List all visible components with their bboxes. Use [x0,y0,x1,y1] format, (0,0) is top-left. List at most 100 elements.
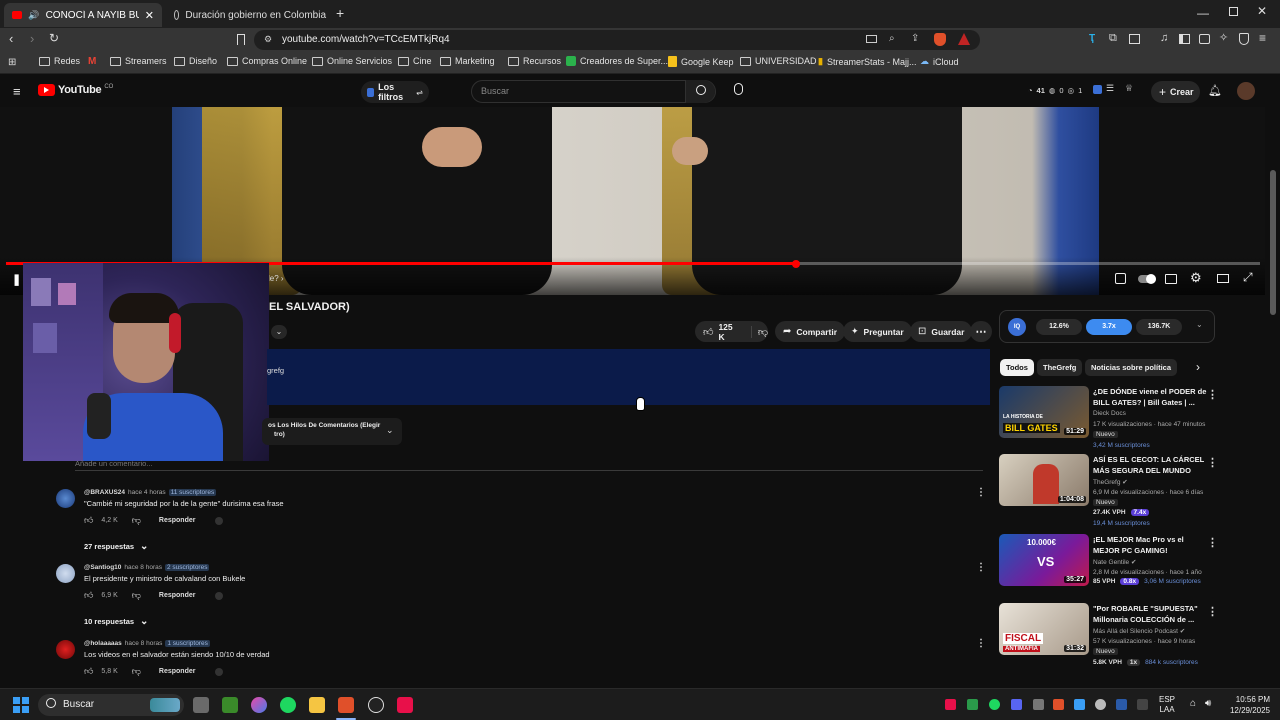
thumbs-up-icon[interactable]: 👍︎ [84,590,93,601]
bookmark-google-keep[interactable]: Google Keep [668,56,734,67]
brave-shields-icon[interactable] [934,33,946,46]
thumbs-down-icon[interactable]: 👎︎ [132,515,141,526]
chip-thegrefg[interactable]: TheGrefg [1037,359,1083,376]
thumbs-down-icon[interactable]: 👎︎ [132,666,141,677]
filters-button[interactable]: Los filtros ⇌ [361,81,429,103]
account-avatar[interactable] [1237,82,1255,100]
video-thumbnail[interactable]: FISCAL ANTIMAFIA 31:32 [999,603,1089,655]
tab-youtube[interactable]: 🔊 CONOCÍ A NAYIB BUKELE (P ✕ [4,3,162,27]
volume-icon[interactable]: 🔊︎ [1205,698,1211,709]
video-thumbnail[interactable]: 10.000€ VS 35:27 [999,534,1089,586]
bookmark-creadores[interactable]: Creadores de Super... [566,56,668,66]
reload-button[interactable]: ↻ [49,31,59,45]
autoplay-toggle[interactable] [1138,274,1156,284]
audio-playing-icon[interactable]: 🔊 [28,10,39,21]
bookmark-diseno[interactable]: Diseño [174,56,217,66]
bookmark-streamerstats[interactable]: ▮ StreamerStats - Majj... [818,56,916,67]
new-tab-button[interactable]: + [336,5,344,21]
thumbs-down-icon[interactable]: 👎︎ [750,325,768,338]
comment-more-icon[interactable]: ⋮ [976,487,986,498]
task-view-icon[interactable] [193,697,209,713]
tiktok-studio-icon[interactable] [397,697,413,713]
reply-button[interactable]: Responder [159,668,196,675]
thumbs-down-icon[interactable]: 👎︎ [132,590,141,601]
zoom-icon[interactable]: ⌕ [889,33,895,44]
site-info-icon[interactable]: ⚙ [264,34,272,45]
description-box[interactable]: grefg [267,349,990,405]
add-comment-input[interactable]: Añade un comentario... [75,459,153,468]
comment-time[interactable]: hace 8 horas [124,564,162,571]
channel-name[interactable]: TheGrefg ✔ [1093,478,1128,486]
channel-name[interactable]: Más Allá del Silencio Podcast ✔ [1093,627,1185,635]
save-button[interactable]: ⊡ Guardar [910,321,973,342]
chapter-title[interactable]: le? › [268,274,284,283]
avatar[interactable] [56,564,75,583]
bookmark-online-servicios[interactable]: Online Servicios [312,56,392,66]
comment-author[interactable]: @BRAXUS24 [84,489,125,496]
video-title[interactable]: "Por ROBARLE "SUPUESTA" Millonaria COLEC… [1093,603,1207,625]
tray-app-icon[interactable] [1074,699,1085,710]
restore-button[interactable] [1229,7,1238,16]
translate-extension-icon[interactable]: Ҭ [1089,33,1095,44]
vidiq-player-icon[interactable] [1115,273,1126,284]
theater-mode-icon[interactable] [1217,274,1229,283]
video-title[interactable]: ¿DE DÓNDE viene el PODER de BILL GATES? … [1093,386,1207,408]
reply-button[interactable]: Responder [159,592,196,599]
cast-icon[interactable] [866,35,877,43]
avatar[interactable] [56,640,75,659]
network-icon[interactable]: ⌂ [1190,698,1196,709]
ask-button[interactable]: ✦ Preguntar [843,321,912,342]
music-icon[interactable]: ♫ [1160,32,1168,44]
tray-steam-icon[interactable] [1116,699,1127,710]
channel-name[interactable]: Nate Gentile ✔ [1093,558,1136,566]
recommended-video[interactable]: 10.000€ VS 35:27 ¡EL MEJOR Mac Pro vs el… [999,534,1219,596]
fullscreen-icon[interactable]: ⤢ [1243,270,1253,285]
video-title[interactable]: ASÍ ES EL CECOT: LA CÁRCEL MÁS SEGURA DE… [1093,454,1207,476]
bookmark-marketing[interactable]: Marketing [440,56,495,66]
comment-author[interactable]: @holaaaaas [84,640,122,647]
menu-icon[interactable]: ≡ [1259,31,1266,45]
screenshot-icon[interactable] [1129,34,1140,44]
tray-tiktok-icon[interactable] [945,699,956,710]
notifications-bell-icon[interactable]: 🔔︎ [1208,84,1222,97]
chevron-down-icon[interactable]: ⌄ [1196,320,1203,329]
gmail-bookmark-icon[interactable]: M [88,56,96,67]
comment-more-icon[interactable]: ⋮ [976,638,986,649]
tray-brave-icon[interactable] [1053,699,1064,710]
close-window-button[interactable]: ✕ [1257,4,1267,18]
replies-toggle[interactable]: 10 respuestas ⌄ [84,616,148,627]
trophy-icon[interactable]: ♕ [1125,83,1133,94]
reply-ai-icon[interactable] [215,667,224,676]
chips-next-arrow-icon[interactable]: › [1196,360,1200,374]
reply-ai-icon[interactable] [215,591,224,600]
list-icon[interactable]: ☰ [1106,83,1114,94]
channel-name[interactable]: Dieck Docs [1093,410,1126,417]
tab-duracion[interactable]: Duración gobierno en Colombia [166,3,334,27]
spotify-icon[interactable] [280,697,296,713]
file-explorer-icon[interactable] [309,697,325,713]
like-button[interactable]: 👍︎ 125 K 👎︎ [695,321,768,342]
progress-scrubber[interactable] [792,260,801,268]
obs-icon[interactable] [368,697,384,713]
vpn-icon[interactable] [1239,33,1249,45]
page-scrollbar-thumb[interactable] [1270,170,1276,315]
bookmark-recursos[interactable]: Recursos [508,56,561,66]
more-actions-button[interactable]: ⋯ [970,321,992,342]
comment-sort-dropdown[interactable]: os Los Hilos De Comentarios (Elegir tro)… [262,418,402,445]
reply-ai-icon[interactable] [215,516,224,525]
taskbar-search[interactable]: Buscar [38,694,184,716]
sidebar-toggle-icon[interactable] [1179,34,1190,44]
video-title[interactable]: ¡EL MEJOR Mac Pro vs el MEJOR PC GAMING! [1093,534,1207,556]
more-options-icon[interactable]: ⋮ [1207,456,1218,469]
recommended-video[interactable]: 1:04:08 ASÍ ES EL CECOT: LA CÁRCEL MÁS S… [999,454,1219,527]
bookmark-streamers[interactable]: Streamers [110,56,167,66]
chip-todos[interactable]: Todos [1000,359,1034,376]
more-options-icon[interactable]: ⋮ [1207,536,1218,549]
tray-app-icon[interactable] [967,699,978,710]
avatar[interactable] [56,489,75,508]
forward-button[interactable]: › [30,31,34,46]
address-bar[interactable]: ⚙ youtube.com/watch?v=TCcEMTkjRq4 ⌕ ⇪ [254,30,980,50]
close-tab-icon[interactable]: ✕ [145,9,154,22]
more-options-icon[interactable]: ⋮ [1207,388,1218,401]
tray-app-icon[interactable] [1095,699,1106,710]
